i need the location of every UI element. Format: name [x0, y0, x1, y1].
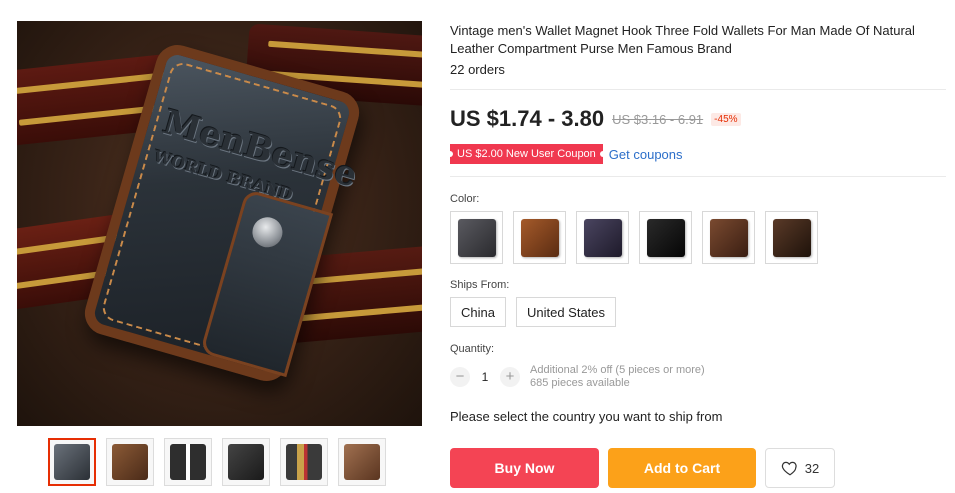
quantity-minus-button[interactable]: − — [450, 367, 470, 387]
ships-from-label: Ships From: — [450, 279, 510, 291]
wallet-open-black-thumb — [170, 444, 206, 480]
thumbnail-2[interactable] — [106, 438, 154, 486]
color-label: Color: — [450, 193, 480, 205]
wallet-brown-open-thumb — [344, 444, 380, 480]
orders-count: 22 orders — [450, 62, 505, 77]
thumbnail-3[interactable] — [164, 438, 212, 486]
color-option-5[interactable] — [702, 211, 755, 264]
navy-wallet-swatch — [583, 218, 622, 257]
heart-icon — [781, 461, 797, 476]
brown-wallet-swatch — [520, 218, 559, 257]
new-user-coupon-badge[interactable]: US $2.00 New User Coupon — [447, 144, 606, 164]
quantity-plus-button[interactable]: + — [500, 367, 520, 387]
coupon-row: US $2.00 New User Coupon Get coupons — [447, 144, 683, 164]
color-option-1[interactable] — [450, 211, 503, 264]
main-product-image[interactable]: MenBense WORLD BRAND — [17, 21, 422, 426]
snap-button-icon — [248, 213, 287, 251]
buy-now-button[interactable]: Buy Now — [450, 448, 599, 488]
black-wallet-swatch — [646, 218, 685, 257]
color-swatches — [450, 211, 818, 264]
ship-from-china[interactable]: China — [450, 297, 506, 327]
thumbnail-4[interactable] — [222, 438, 270, 486]
thumbnail-1[interactable] — [48, 438, 96, 486]
wallet-brown-thumb — [112, 444, 148, 480]
divider — [450, 176, 946, 177]
quantity-stepper: − 1 + Additional 2% off (5 pieces or mor… — [450, 364, 705, 390]
thumbnail-6[interactable] — [338, 438, 386, 486]
ship-country-note: Please select the country you want to sh… — [450, 409, 723, 424]
wishlist-count: 32 — [804, 460, 820, 476]
current-price: US $1.74 - 3.80 — [450, 106, 605, 131]
color-option-2[interactable] — [513, 211, 566, 264]
wishlist-button[interactable]: 32 — [765, 448, 835, 488]
color-option-4[interactable] — [639, 211, 692, 264]
coffee-wallet-swatch — [709, 218, 748, 257]
original-price: US $3.16 - 6.91 — [612, 111, 704, 127]
product-title: Vintage men's Wallet Magnet Hook Three F… — [450, 23, 915, 56]
get-coupons-link[interactable]: Get coupons — [609, 147, 683, 162]
color-option-6[interactable] — [765, 211, 818, 264]
dark-gray-wallet-swatch — [457, 218, 496, 257]
divider — [450, 89, 946, 90]
discount-badge: -45% — [711, 112, 741, 126]
thumbnail-strip — [48, 438, 386, 486]
ship-from-united-states[interactable]: United States — [515, 297, 617, 327]
quantity-value[interactable]: 1 — [470, 370, 500, 384]
price-row: US $1.74 - 3.80 US $3.16 - 6.91 -45% — [450, 106, 741, 132]
bulk-discount-note: Additional 2% off (5 pieces or more) — [530, 364, 705, 376]
wallet-dark-gray-thumb — [54, 444, 90, 480]
dark-brown-wallet-swatch — [772, 218, 811, 257]
stock-available: 685 pieces available — [530, 377, 630, 389]
color-option-3[interactable] — [576, 211, 629, 264]
wallet-cards-thumb — [286, 444, 322, 480]
quantity-info: Additional 2% off (5 pieces or more) 685… — [530, 364, 705, 390]
thumbnail-5[interactable] — [280, 438, 328, 486]
add-to-cart-button[interactable]: Add to Cart — [608, 448, 756, 488]
quantity-label: Quantity: — [450, 343, 495, 355]
wallet-black-angle-thumb — [228, 444, 264, 480]
ships-from-options: China United States — [450, 297, 617, 327]
